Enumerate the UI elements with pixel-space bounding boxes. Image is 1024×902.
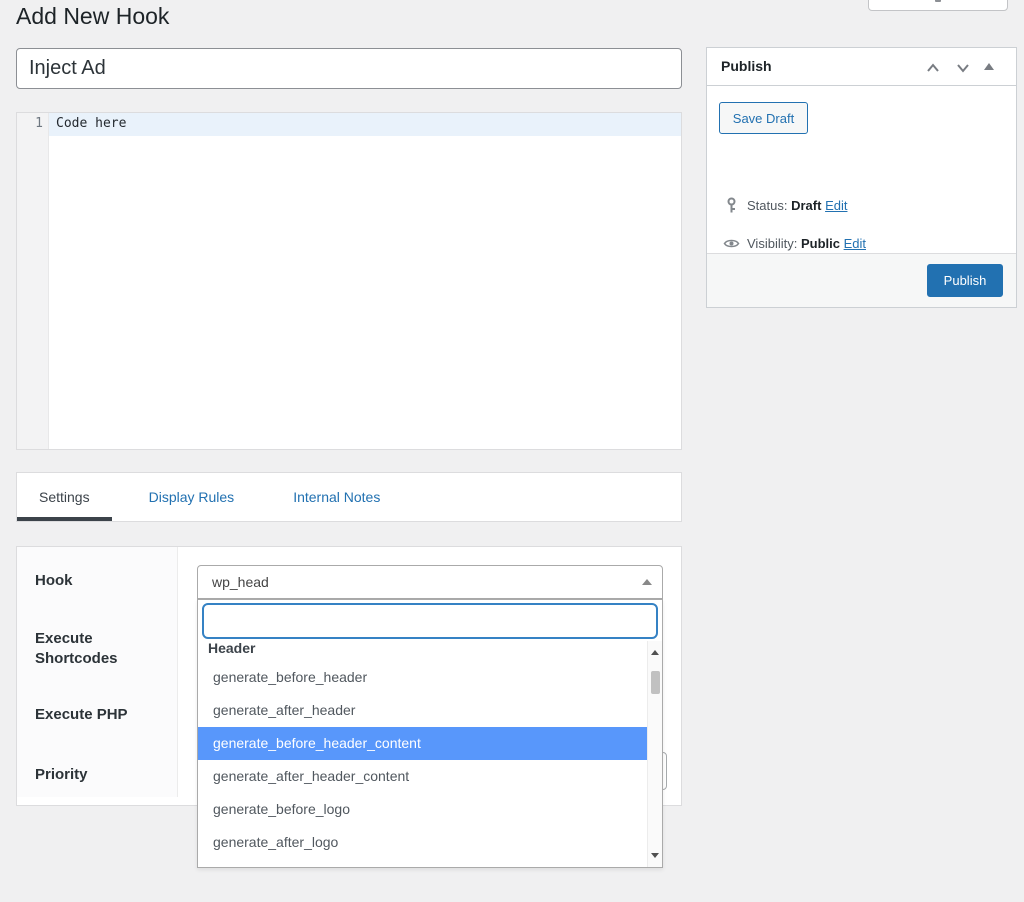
tab-internal-notes[interactable]: Internal Notes — [271, 473, 402, 521]
hook-dropdown: Header generate_before_header generate_a… — [197, 599, 663, 868]
active-line-highlight — [49, 113, 681, 136]
dropdown-scrollbar[interactable] — [647, 641, 662, 867]
partial-toolbar-button[interactable] — [868, 0, 1008, 11]
collapse-toggle-icon[interactable] — [983, 62, 1001, 80]
option-generate-after-logo[interactable]: generate_after_logo — [198, 826, 649, 859]
scroll-down-arrow-icon[interactable] — [651, 853, 659, 858]
move-down-icon[interactable] — [954, 59, 972, 77]
publish-metabox-footer: Publish — [707, 253, 1016, 307]
button-text-fragment — [935, 0, 941, 2]
move-up-icon[interactable] — [924, 59, 942, 77]
option-generate-before-header[interactable]: generate_before_header — [198, 661, 649, 694]
tab-display-rules[interactable]: Display Rules — [127, 473, 257, 521]
hook-search-input[interactable] — [202, 603, 658, 639]
code-editor-gutter — [17, 113, 49, 449]
visibility-label: Visibility: — [747, 236, 797, 251]
option-group-label: Header — [198, 641, 662, 661]
page-title: Add New Hook — [16, 2, 169, 31]
option-generate-before-header-content[interactable]: generate_before_header_content — [198, 727, 649, 760]
hook-select-value: wp_head — [212, 574, 269, 590]
key-icon — [723, 197, 740, 214]
status-row: Status: Draft Edit — [723, 198, 847, 213]
scrollbar-thumb[interactable] — [651, 671, 660, 694]
execute-shortcodes-label: Execute Shortcodes — [35, 629, 155, 669]
status-value: Draft — [791, 198, 821, 213]
save-draft-button[interactable]: Save Draft — [719, 102, 808, 134]
status-label: Status: — [747, 198, 787, 213]
option-generate-after-header[interactable]: generate_after_header — [198, 694, 649, 727]
tab-settings[interactable]: Settings — [17, 473, 112, 521]
edit-status-link[interactable]: Edit — [825, 198, 847, 213]
publish-button[interactable]: Publish — [927, 264, 1003, 297]
hook-options-list: Header generate_before_header generate_a… — [198, 641, 662, 867]
hook-select[interactable]: wp_head — [197, 565, 663, 599]
line-number: 1 — [17, 116, 43, 131]
hook-label: Hook — [35, 571, 155, 591]
scroll-up-arrow-icon[interactable] — [651, 650, 659, 655]
eye-icon — [723, 235, 740, 252]
code-editor[interactable]: 1 Code here — [16, 112, 682, 450]
publish-metabox: Publish Save Draft Status: Draft Edit Vi… — [706, 47, 1017, 308]
publish-metabox-title: Publish — [721, 58, 772, 74]
priority-label: Priority — [35, 765, 155, 785]
visibility-value: Public — [801, 236, 840, 251]
settings-tab-bar: Settings Display Rules Internal Notes — [16, 472, 682, 522]
code-content[interactable]: Code here — [56, 116, 126, 131]
option-generate-before-logo[interactable]: generate_before_logo — [198, 793, 649, 826]
publish-metabox-header[interactable]: Publish — [707, 48, 1016, 86]
edit-visibility-link[interactable]: Edit — [844, 236, 866, 251]
visibility-row: Visibility: Public Edit — [723, 236, 866, 251]
post-title-input[interactable] — [16, 48, 682, 89]
execute-php-label: Execute PHP — [35, 705, 155, 725]
option-generate-after-header-content[interactable]: generate_after_header_content — [198, 760, 649, 793]
chevron-up-icon — [642, 579, 652, 585]
